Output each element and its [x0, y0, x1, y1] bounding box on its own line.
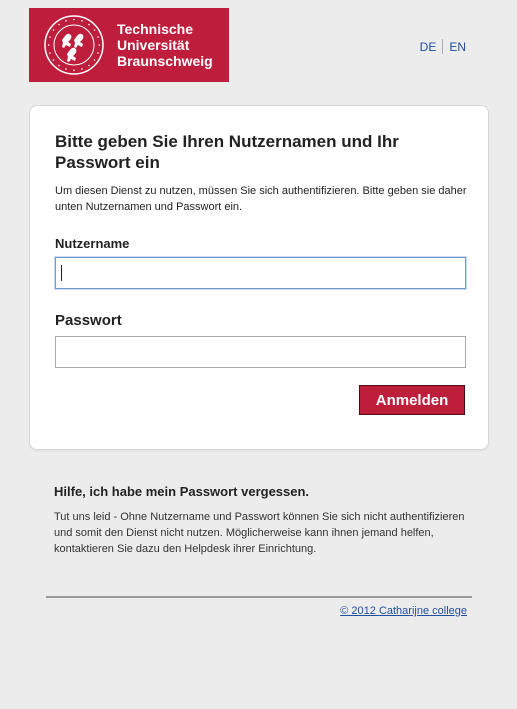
- language-divider: [442, 39, 444, 54]
- copyright-link[interactable]: © 2012 Catharijne college: [340, 605, 467, 617]
- login-title: Bitte geben Sie Ihren Nutzernamen und Ih…: [55, 132, 399, 172]
- logo-line: Braunschweig: [117, 53, 213, 69]
- footer-divider: [46, 596, 472, 598]
- logo-wordmark: Technische Universität Braunschweig: [117, 21, 213, 69]
- university-seal-icon: [44, 15, 104, 75]
- logo-line: Universität: [117, 37, 190, 53]
- login-intro-text: Um diesen Dienst zu nutzen, müssen Sie s…: [55, 185, 467, 213]
- password-input[interactable]: [55, 336, 466, 368]
- help-text: Tut uns leid - Ohne Nutzername und Passw…: [54, 511, 465, 555]
- tu-braunschweig-logo: Technische Universität Braunschweig: [29, 8, 229, 82]
- password-label: Passwort: [55, 312, 122, 329]
- logo-line: Technische: [117, 21, 193, 37]
- login-button[interactable]: Anmelden: [359, 385, 465, 415]
- login-card: Bitte geben Sie Ihren Nutzernamen und Ih…: [29, 105, 489, 450]
- language-de-link[interactable]: DE: [420, 40, 437, 54]
- language-en-link[interactable]: EN: [449, 40, 466, 54]
- username-input[interactable]: [55, 257, 466, 289]
- text-cursor: [61, 265, 62, 281]
- username-label: Nutzername: [55, 236, 130, 251]
- help-heading: Hilfe, ich habe mein Passwort vergessen.: [54, 484, 310, 499]
- language-switcher: DE EN: [420, 39, 466, 54]
